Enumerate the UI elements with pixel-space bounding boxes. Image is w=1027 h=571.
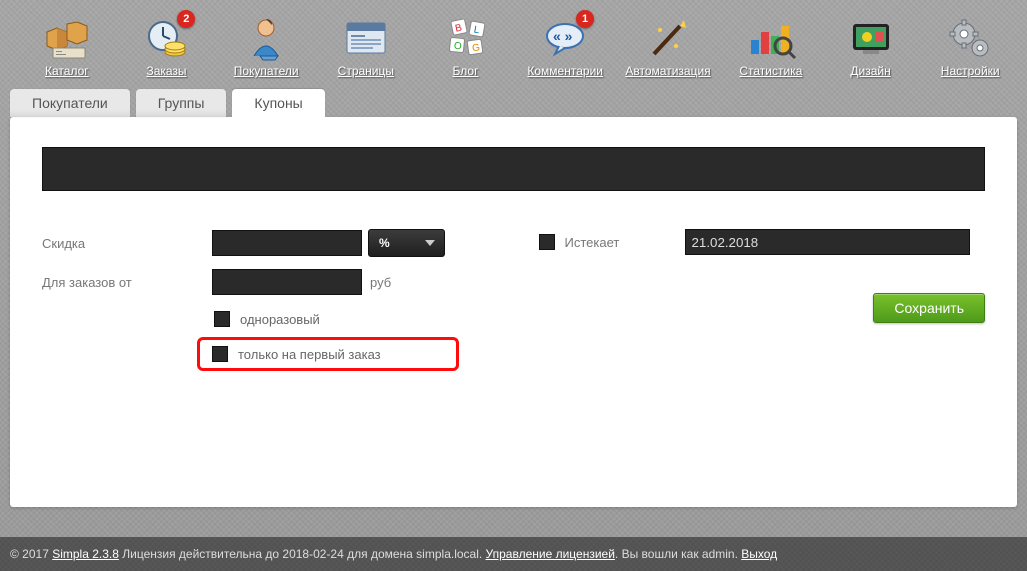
nav-stats[interactable]: Статистика — [732, 14, 810, 78]
tab-coupons[interactable]: Купоны — [232, 89, 324, 117]
first-order-row: только на первый заказ — [197, 337, 459, 371]
nav-design-label: Дизайн — [850, 64, 890, 78]
single-use-label: одноразовый — [240, 312, 320, 327]
expires-checkbox[interactable] — [539, 234, 555, 250]
first-order-checkbox[interactable] — [212, 346, 228, 362]
footer-logout-link[interactable]: Выход — [741, 547, 777, 561]
save-button[interactable]: Сохранить — [873, 293, 985, 323]
expires-label: Истекает — [565, 235, 685, 250]
blog-icon: B L O G — [436, 14, 496, 64]
tab-groups[interactable]: Группы — [136, 89, 227, 117]
expires-date-input[interactable] — [685, 229, 970, 255]
tabs-bar: Покупатели Группы Купоны — [0, 88, 1027, 117]
footer-product-link[interactable]: Simpla 2.3.8 — [52, 547, 119, 561]
nav-catalog-label: Каталог — [45, 64, 89, 78]
coupon-code-input[interactable] — [42, 147, 985, 191]
single-use-row: одноразовый — [212, 307, 489, 331]
footer-loggedin: . Вы вошли как admin. — [615, 547, 741, 561]
svg-text:« »: « » — [553, 28, 573, 44]
design-icon — [841, 14, 901, 64]
nav-orders-label: Заказы — [146, 64, 186, 78]
nav-automation[interactable]: Автоматизация — [626, 14, 710, 78]
boxes-icon — [37, 14, 97, 64]
nav-pages[interactable]: Страницы — [327, 14, 405, 78]
nav-blog-label: Блог — [453, 64, 479, 78]
discount-type-select[interactable]: % — [368, 229, 445, 257]
customer-icon — [236, 14, 296, 64]
wand-icon — [638, 14, 698, 64]
minorder-label: Для заказов от — [42, 275, 212, 290]
left-column: Скидка % Для заказов от руб одноразовый … — [42, 229, 489, 377]
discount-value-input[interactable] — [212, 230, 362, 256]
footer: © 2017 Simpla 2.3.8 Лицензия действитель… — [0, 537, 1027, 571]
minorder-unit: руб — [370, 275, 391, 290]
right-column: Истекает Сохранить — [539, 229, 986, 377]
minorder-value-input[interactable] — [212, 269, 362, 295]
nav-settings-label: Настройки — [941, 64, 1000, 78]
nav-customers[interactable]: Покупатели — [227, 14, 305, 78]
nav-settings[interactable]: Настройки — [931, 14, 1009, 78]
comments-badge: 1 — [576, 10, 594, 28]
first-order-label: только на первый заказ — [238, 347, 381, 362]
nav-design[interactable]: Дизайн — [832, 14, 910, 78]
single-use-checkbox[interactable] — [214, 311, 230, 327]
main-panel: Скидка % Для заказов от руб одноразовый … — [10, 117, 1017, 507]
footer-manage-license-link[interactable]: Управление лицензией — [486, 547, 615, 561]
tab-customers[interactable]: Покупатели — [10, 89, 130, 117]
nav-catalog[interactable]: Каталог — [28, 14, 106, 78]
gears-icon — [940, 14, 1000, 64]
nav-comments-label: Комментарии — [527, 64, 603, 78]
nav-comments[interactable]: 1 « » Комментарии — [526, 14, 604, 78]
top-navigation: Каталог 2 Заказы Покупатели — [0, 0, 1027, 88]
discount-label: Скидка — [42, 236, 212, 251]
nav-customers-label: Покупатели — [234, 64, 299, 78]
nav-stats-label: Статистика — [739, 64, 802, 78]
stats-icon — [741, 14, 801, 64]
pages-icon — [336, 14, 396, 64]
footer-copyright: © 2017 — [10, 547, 52, 561]
footer-license-text: Лицензия действительна до 2018-02-24 для… — [119, 547, 486, 561]
nav-blog[interactable]: B L O G Блог — [427, 14, 505, 78]
svg-text:O: O — [453, 41, 462, 53]
nav-automation-label: Автоматизация — [625, 64, 710, 78]
nav-orders[interactable]: 2 Заказы — [128, 14, 206, 78]
nav-pages-label: Страницы — [338, 64, 394, 78]
